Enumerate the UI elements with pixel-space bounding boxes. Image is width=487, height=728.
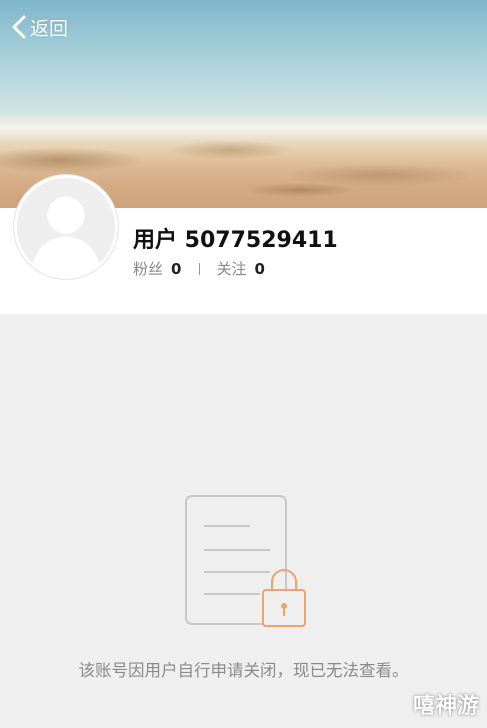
stats-divider <box>199 262 201 275</box>
fans-stat[interactable]: 粉丝 0 <box>133 258 181 279</box>
fans-count: 0 <box>171 259 182 278</box>
locked-document-icon <box>185 495 306 627</box>
avatar[interactable] <box>14 175 118 279</box>
default-avatar-icon <box>17 178 115 276</box>
following-count: 0 <box>254 259 265 278</box>
back-label: 返回 <box>30 17 69 40</box>
account-closed-message: 该账号因用户自行申请关闭，现已无法查看。 <box>78 661 409 680</box>
username: 用户 5077529411 <box>133 228 338 253</box>
back-button[interactable]: 返回 <box>10 12 68 42</box>
chevron-left-icon <box>12 15 26 39</box>
following-label: 关注 <box>216 260 247 278</box>
fans-label: 粉丝 <box>133 260 164 278</box>
profile-page: 返回 用户 5077529411 粉丝 0 关注 0 该账号因用户自行申请关闭，… <box>0 0 487 728</box>
following-stat[interactable]: 关注 0 <box>216 258 264 279</box>
watermark: 嘻神游 <box>412 694 479 719</box>
profile-stats: 粉丝 0 关注 0 <box>133 258 265 279</box>
